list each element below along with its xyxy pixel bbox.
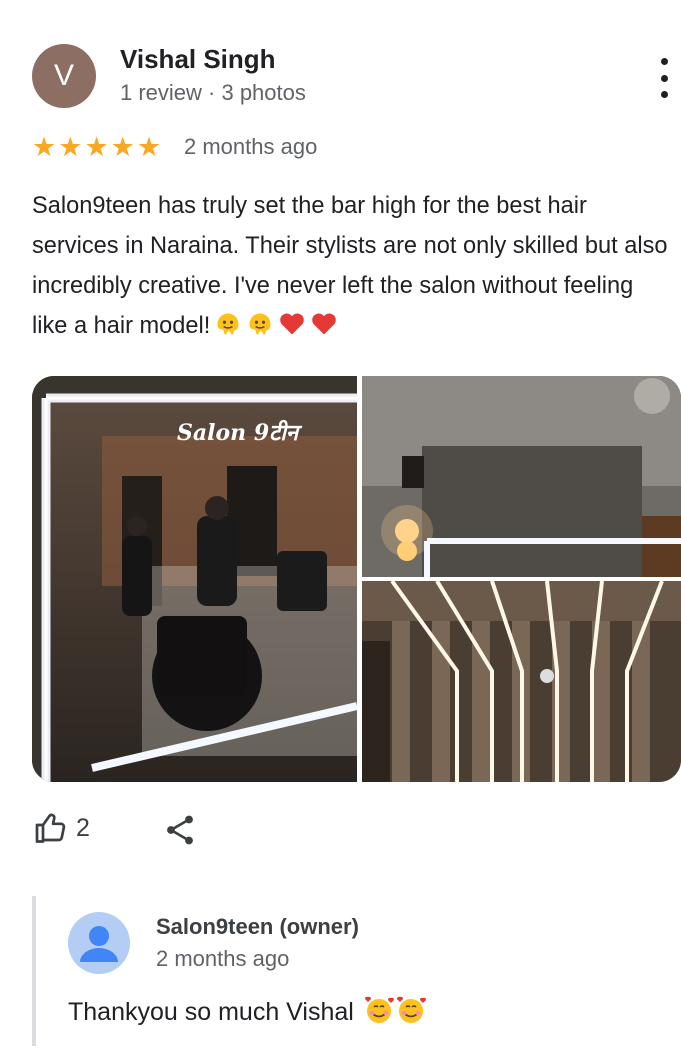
star-icon: ★ [58,132,83,162]
salon-mirror-photo[interactable]: Salon 9टीन [32,376,357,782]
star-icon: ★ [136,132,162,162]
red-heart-icon [312,313,337,335]
owner-avatar-icon [68,912,130,974]
reviewer-initial: V [53,59,74,92]
share-button[interactable] [162,812,198,853]
owner-response-body: Thankyou so much Vishal [68,998,354,1026]
owner-response-divider [32,896,36,1046]
melting-face-icon [217,313,239,335]
more-vert-icon[interactable] [654,58,674,98]
smiling-face-with-hearts-icon [364,996,394,1023]
share-icon [167,815,193,845]
owner-name: Salon9teen (owner) [156,914,359,939]
salon-ceiling-lights-photo[interactable] [362,376,681,577]
reviewer-avatar[interactable]: V [32,44,96,108]
smiling-face-with-hearts-icon [396,996,426,1023]
melting-face-icon [249,313,271,335]
star-icon: ★ [32,132,57,162]
reviewer-name[interactable]: Vishal Singh [120,44,276,75]
star-icon: ★ [110,132,135,162]
like-count: 2 [76,813,90,842]
owner-response-date: 2 months ago [156,946,290,971]
thumbs-up-icon [35,813,66,843]
star-rating: ★ ★ ★ ★ ★ [32,132,161,162]
review-text: Salon9teen has truly set the bar high fo… [32,186,672,346]
red-heart-icon [280,313,305,335]
like-button[interactable]: 2 [34,810,90,846]
review-date: 2 months ago [184,134,318,159]
owner-response-text: Thankyou so much Vishal [68,994,427,1027]
reviewer-meta: 1 review · 3 photos [120,80,306,105]
salon-wood-panel-photo[interactable] [362,581,681,782]
review-body: Salon9teen has truly set the bar high fo… [32,193,668,339]
star-icon: ★ [84,132,109,162]
salon-sign-text: Salon 9टीन [177,419,303,446]
review-photos: Salon 9टीन [32,376,681,782]
